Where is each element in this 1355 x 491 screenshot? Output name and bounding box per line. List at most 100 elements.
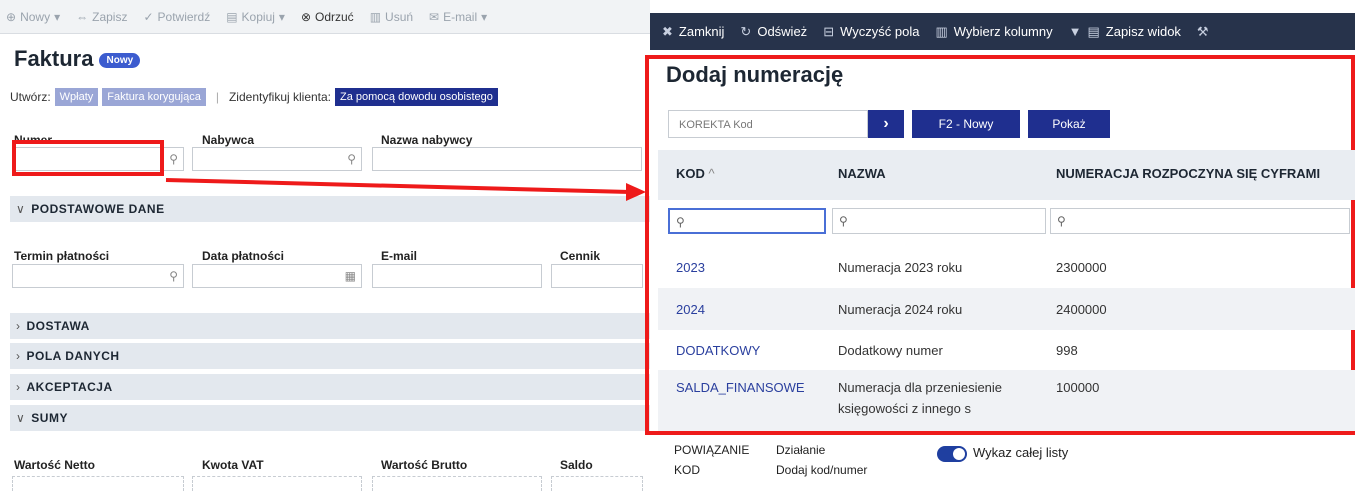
nazwa-cell-line2: księgowości z innego s [838,401,971,416]
action-label: Działanie [776,443,826,457]
pointer-arrow [165,178,646,201]
caret-down-icon: ▼ [1068,24,1082,39]
clear-fields-button[interactable]: ⊟ Wyczyść pola [823,24,919,40]
create-row: Utwórz: Wpłaty Faktura korygująca | Zide… [10,88,498,106]
sort-asc-icon: ^ [708,166,715,181]
column-header-nazwa[interactable]: NAZWA [838,166,886,181]
close-button[interactable]: ✖ Zamknij [662,24,724,40]
kod-filter-input[interactable]: ⚲ [668,208,826,234]
relation-kod-label: KOD [674,463,701,477]
confirm-button[interactable]: ✓ Potwierdź [143,10,210,24]
calendar-icon[interactable]: ▦ [345,269,356,283]
identify-id-button[interactable]: Za pomocą dowodu osobistego [335,88,498,106]
cennik-input[interactable] [551,264,643,288]
close-icon: ✖ [662,23,673,39]
netto-value [12,476,184,491]
full-list-toggle[interactable] [937,446,967,462]
refresh-button[interactable]: ↻ Odśwież [740,24,807,40]
chevron-right-icon: › [883,115,889,132]
column-header-kod[interactable]: KOD ^ [676,166,715,181]
wrench-button[interactable]: ⚒ [1197,24,1209,40]
choose-columns-button[interactable]: ▥ Wybierz kolumny [935,24,1052,40]
chevron-down-icon: ∨ [16,202,26,216]
mail-icon: ✉ [429,9,440,24]
section-akceptacja[interactable]: › AKCEPTACJA [10,374,650,400]
email-button[interactable]: ✉ E-mail ▾ [429,10,487,24]
nazwa-nabywcy-label: Nazwa nabywcy [381,133,473,147]
kod-link[interactable]: SALDA_FINANSOWE [676,380,805,395]
kod-search-input[interactable]: KOREKTA Kod [668,110,868,138]
check-icon: ✓ [143,9,154,24]
table-row[interactable]: 2024 Numeracja 2024 roku 2400000 [658,288,1355,330]
section-pola-danych[interactable]: › POLA DANYCH [10,343,650,369]
email-label: E-mail [381,249,418,263]
cancel-icon: ⊗ [300,9,311,24]
columns-icon: ▥ [935,23,948,39]
f2-new-button[interactable]: F2 - Nowy [912,110,1020,138]
create-korekta-button[interactable]: Faktura korygująca [102,88,206,106]
chevron-right-icon: › [16,319,21,333]
main-toolbar: ⊕ Nowy ▾ ⇔ Zapisz ✓ Potwierdź ▤ Kopiuj ▾ ⊗ Od… [0,0,650,34]
cennik-label: Cennik [560,249,601,263]
vat-value [192,476,362,491]
reject-button[interactable]: ⊗ Odrzuć [301,10,354,24]
termin-label: Termin płatności [14,249,110,263]
action-value: Dodaj kod/numer [776,463,868,477]
go-button[interactable]: › [868,110,904,138]
saldo-label: Saldo [560,458,593,472]
dialog-title: Dodaj numerację [666,62,844,87]
data-platnosci-label: Data płatności [202,249,285,263]
save-button[interactable]: ⇔ Zapisz [76,10,127,24]
netto-label: Wartość Netto [14,458,95,472]
data-platnosci-input[interactable]: ▦ [192,264,362,288]
section-dostawa[interactable]: › DOSTAWA [10,313,650,339]
table-row[interactable]: DODATKOWY Dodatkowy numer 998 [658,330,1355,370]
create-wplaty-button[interactable]: Wpłaty [54,88,99,106]
toggle-knob [953,448,965,460]
nazwa-cell: Numeracja 2024 roku [838,302,963,317]
search-icon: ⚲ [839,214,848,228]
save-icon: ▤ [1087,23,1100,39]
nazwa-cell: Dodatkowy numer [838,343,943,358]
search-icon: ⚲ [169,152,178,166]
copy-button[interactable]: ▤ Kopiuj ▾ [226,10,285,24]
relation-label: POWIĄZANIE [674,443,750,457]
delete-button[interactable]: ▥ Usuń [370,10,413,24]
numeracja-filter-input[interactable]: ⚲ [1050,208,1350,234]
new-button[interactable]: ⊕ Nowy ▾ [6,10,60,24]
nazwa-cell: Numeracja 2023 roku [838,260,963,275]
save-icon: ⇔ [76,9,89,24]
numeracja-cell: 2300000 [1056,260,1107,275]
column-header-numeracja[interactable]: NUMERACJA ROZPOCZYNA SIĘ CYFRAMI [1056,166,1320,181]
numeracja-cell: 100000 [1056,380,1100,395]
nabywca-input[interactable]: ⚲ [192,147,362,171]
termin-input[interactable]: ⚲ [12,264,184,288]
trash-icon: ▥ [369,9,382,24]
email-input[interactable] [372,264,542,288]
kod-link[interactable]: 2024 [676,302,705,317]
save-view-button[interactable]: ▼ ▤ Zapisz widok [1069,24,1181,40]
section-sumy[interactable]: ∨ SUMY [10,405,650,431]
dialog-toolbar: ✖ Zamknij ↻ Odśwież ⊟ Wyczyść pola ▥ Wybierz… [650,13,1355,50]
page-title: Faktura Nowy [14,46,141,72]
numeracja-cell: 2400000 [1056,302,1107,317]
clear-icon: ⊟ [823,23,835,39]
status-badge: Nowy [99,52,141,68]
table-row[interactable]: 2023 Numeracja 2023 roku 2300000 [658,244,1355,288]
copy-icon: ▤ [226,9,238,24]
numeracja-cell: 998 [1056,343,1078,358]
kod-link[interactable]: DODATKOWY [676,343,760,358]
search-icon: ⚲ [169,269,178,283]
grid-header: KOD ^ NAZWA NUMERACJA ROZPOCZYNA SIĘ CYF… [658,150,1355,200]
kod-link[interactable]: 2023 [676,260,705,275]
refresh-icon: ↻ [740,23,752,39]
nazwa-filter-input[interactable]: ⚲ [832,208,1046,234]
show-button[interactable]: Pokaż [1028,110,1110,138]
table-row[interactable]: SALDA_FINANSOWE Numeracja dla przeniesie… [658,370,1355,431]
search-icon: ⚲ [1057,214,1066,228]
nabywca-label: Nabywca [202,133,255,147]
nazwa-nabywcy-input[interactable] [372,147,642,171]
chevron-down-icon: ∨ [16,411,26,425]
search-icon: ⚲ [347,152,356,166]
brutto-value [372,476,542,491]
